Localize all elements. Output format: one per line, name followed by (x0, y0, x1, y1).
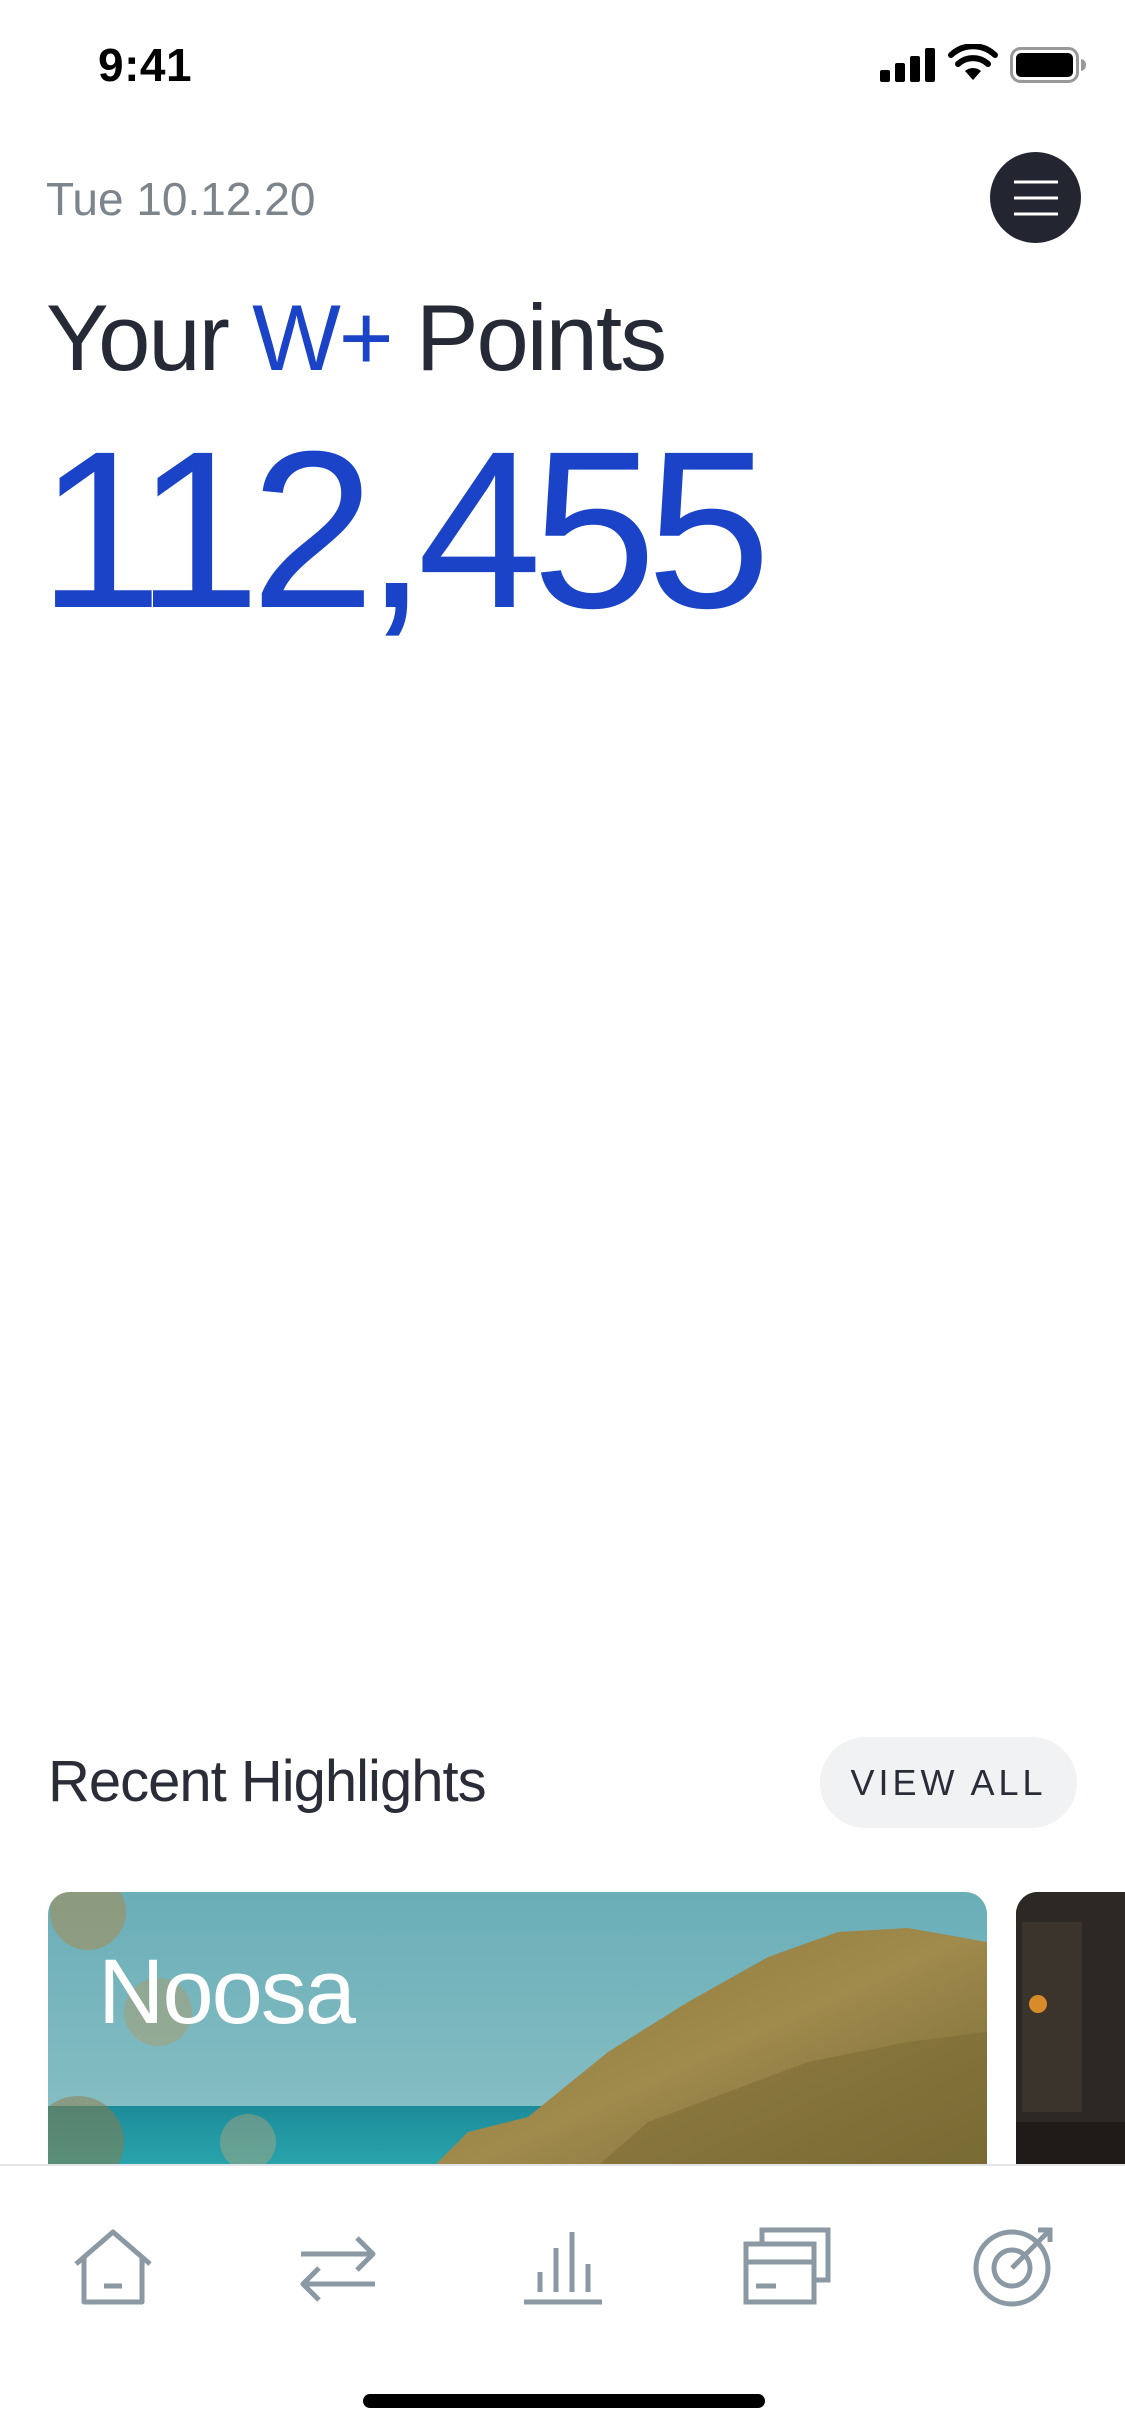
home-icon (74, 2229, 152, 2305)
wifi-icon (948, 44, 998, 80)
tab-stats[interactable] (518, 2222, 608, 2312)
cards-icon (743, 2227, 831, 2305)
status-time: 9:41 (98, 39, 193, 91)
target-icon (973, 2227, 1053, 2307)
menu-button[interactable] (990, 152, 1081, 243)
home-indicator (363, 2394, 765, 2408)
stats-icon (524, 2232, 602, 2305)
signal-icon (880, 48, 935, 82)
hamburger-menu-icon (1013, 180, 1058, 215)
date-label: Tue 10.12.20 (46, 173, 316, 225)
card-photo (1016, 1892, 1125, 2166)
transfer-icon (300, 2236, 376, 2302)
tab-goals[interactable] (968, 2222, 1058, 2312)
tab-cards[interactable] (742, 2222, 832, 2312)
points-balance: 112,455 (38, 405, 771, 655)
tab-transfer[interactable] (293, 2222, 383, 2312)
highlight-card[interactable]: Noosa (48, 1892, 987, 2166)
points-title: Your W+ Points (46, 284, 667, 392)
card-title: Noosa (98, 1941, 356, 2043)
view-all-button[interactable]: VIEW ALL (820, 1737, 1077, 1828)
highlights-title: Recent Highlights (48, 1749, 487, 1814)
highlight-card-next[interactable] (1016, 1892, 1125, 2166)
status-bar: 9:41 (0, 0, 1125, 132)
tab-home[interactable] (68, 2222, 158, 2312)
battery-icon (1010, 47, 1086, 83)
points-title-suffix: Points (415, 285, 667, 390)
highlights-carousel[interactable]: Noosa (0, 1892, 1125, 2166)
points-title-prefix: Your (46, 285, 230, 390)
points-brand-label: W+ (252, 285, 394, 390)
